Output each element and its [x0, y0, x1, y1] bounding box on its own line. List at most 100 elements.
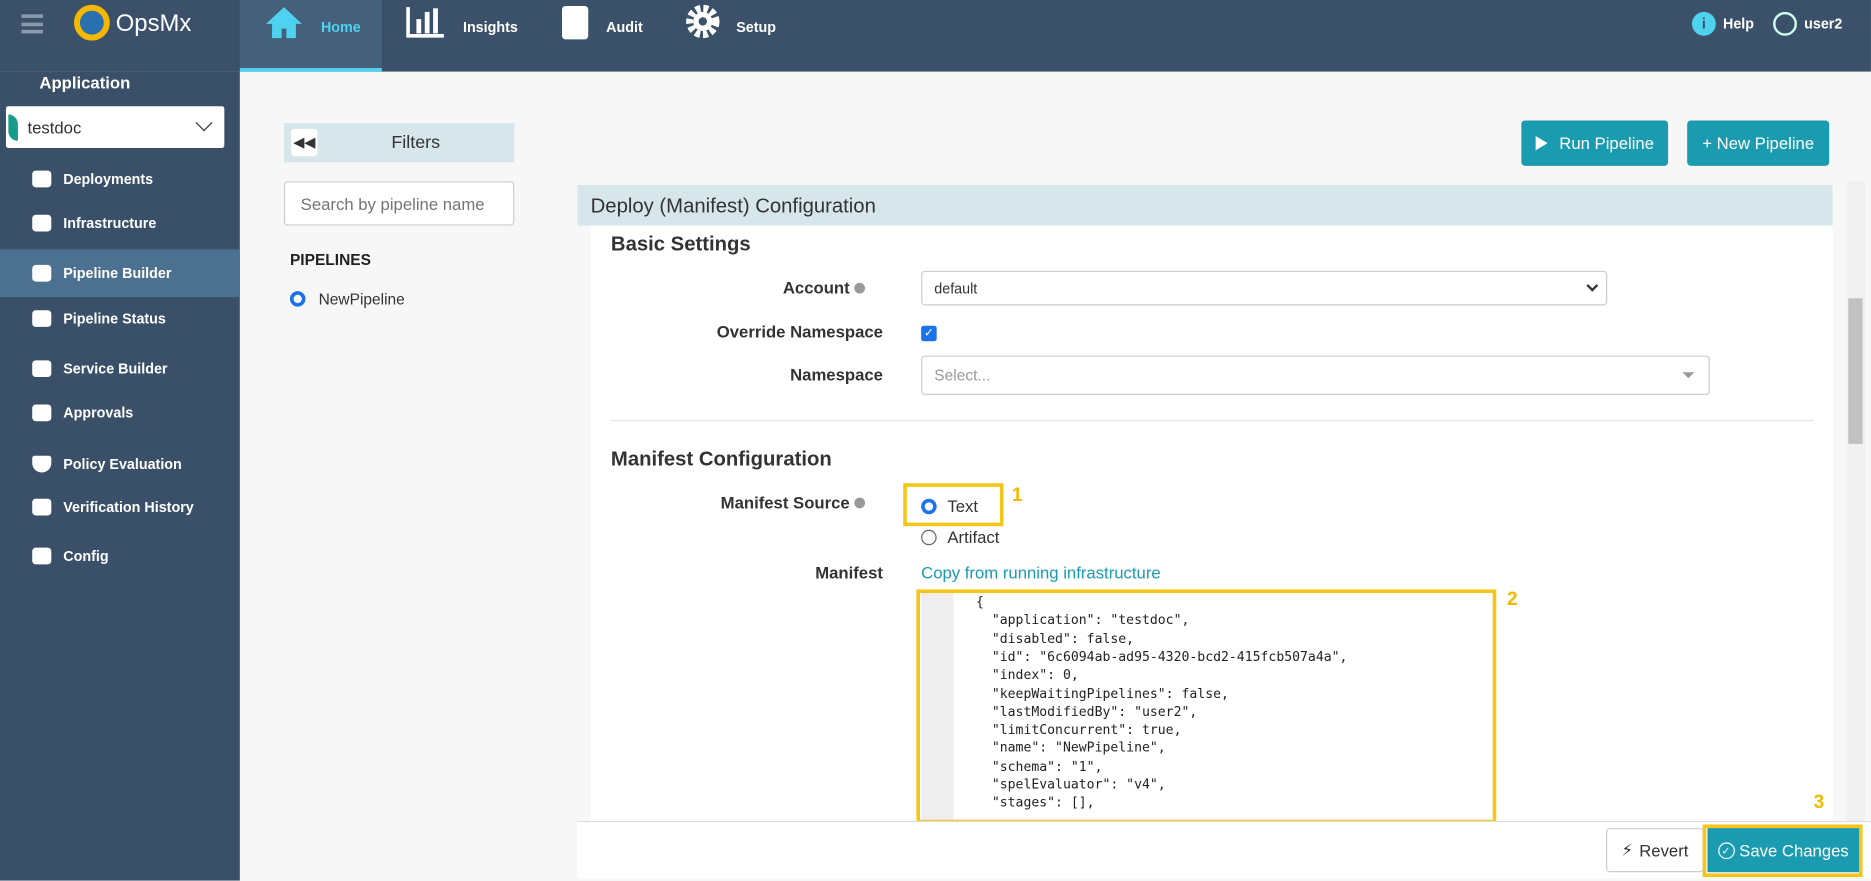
namespace-select[interactable]: Select... — [921, 355, 1710, 395]
service-icon — [32, 360, 52, 378]
top-bar: OpsMx Home Insights Audit Setup i Help us… — [0, 0, 1871, 72]
panel-title: Deploy (Manifest) Configuration — [590, 194, 876, 218]
sidebar-item-approvals[interactable]: Approvals — [0, 390, 240, 435]
chevron-down-icon — [1586, 279, 1599, 292]
sidebar-item-policy-evaluation[interactable]: Policy Evaluation — [0, 441, 240, 486]
new-label: + New Pipeline — [1702, 133, 1815, 153]
sidebar-item-label: Pipeline Status — [63, 310, 166, 327]
tab-label: Setup — [736, 19, 776, 36]
copy-from-infrastructure-link[interactable]: Copy from running infrastructure — [921, 563, 1161, 582]
scrollbar[interactable] — [1845, 181, 1865, 824]
sliders-icon — [32, 547, 52, 565]
tab-setup[interactable]: Setup — [686, 0, 776, 72]
override-namespace-checkbox[interactable]: ✓ — [921, 325, 937, 342]
sidebar: Application testdoc Deployments Infrastr… — [0, 71, 240, 881]
sidebar-item-label: Approvals — [63, 404, 134, 422]
user-label: user2 — [1804, 15, 1843, 33]
radio-selected-icon — [289, 291, 306, 307]
panel-header: Deploy (Manifest) Configuration — [577, 184, 1833, 226]
help-label: Help — [1722, 15, 1755, 33]
source-artifact-radio[interactable]: Artifact — [921, 527, 999, 546]
annotation-number: 3 — [1813, 792, 1825, 813]
tab-audit[interactable]: Audit — [561, 0, 643, 72]
tab-label: Audit — [606, 19, 643, 36]
account-select[interactable]: default — [921, 270, 1608, 306]
caret-down-icon — [1682, 372, 1695, 379]
panel-left-strip — [577, 225, 591, 824]
revert-button[interactable]: ⚡︎ Revert — [1606, 828, 1704, 873]
tab-home[interactable]: Home — [239, 0, 382, 72]
pipelines-heading: PIPELINES — [289, 250, 371, 269]
help-icon — [854, 282, 866, 294]
sidebar-item-pipeline-status[interactable]: Pipeline Status — [0, 296, 240, 341]
application-select[interactable]: testdoc — [5, 106, 225, 148]
sidebar-item-label: Verification History — [63, 498, 194, 516]
user-menu[interactable]: user2 — [1773, 11, 1843, 36]
opsmx-logo-icon — [73, 4, 110, 41]
home-icon — [266, 7, 302, 39]
sidebar-item-pipeline-builder[interactable]: Pipeline Builder — [0, 249, 240, 298]
manifest-configuration-heading: Manifest Configuration — [610, 447, 832, 471]
sidebar-item-verification-history[interactable]: Verification History — [0, 484, 240, 529]
filters-title: Filters — [391, 132, 441, 153]
radio-label: Artifact — [947, 527, 1000, 547]
check-icon — [32, 404, 52, 422]
scrollbar-thumb[interactable] — [1848, 298, 1863, 444]
book-icon — [561, 5, 589, 40]
pipeline-search-input[interactable] — [283, 181, 515, 226]
sidebar-item-label: Pipeline Builder — [63, 264, 172, 282]
override-namespace-label: Override Namespace — [716, 322, 883, 342]
basic-settings-heading: Basic Settings — [610, 232, 751, 256]
help-icon — [854, 497, 866, 509]
collapse-filters-button[interactable]: ◀◀ — [291, 128, 318, 157]
application-value: testdoc — [27, 117, 82, 137]
play-icon — [1535, 136, 1548, 151]
application-heading: Application — [39, 72, 131, 92]
highlight-box-2 — [916, 589, 1497, 824]
account-label: Account — [567, 278, 866, 298]
radio-unselected-icon — [921, 529, 937, 545]
sidebar-item-config[interactable]: Config — [0, 533, 240, 578]
tab-insights[interactable]: Insights — [406, 0, 518, 72]
pipeline-item[interactable]: NewPipeline — [289, 289, 405, 308]
highlight-box-3 — [1702, 824, 1863, 878]
filters-bar: ◀◀ Filters — [283, 122, 515, 163]
pipeline-name: NewPipeline — [318, 289, 405, 308]
run-label: Run Pipeline — [1559, 133, 1654, 153]
pipeline-icon — [32, 264, 52, 282]
sidebar-item-label: Deployments — [63, 170, 154, 188]
sidebar-item-label: Policy Evaluation — [63, 455, 182, 473]
deployments-icon — [32, 170, 52, 188]
hamburger-menu-icon[interactable] — [21, 14, 43, 34]
manifest-label: Manifest — [815, 563, 883, 583]
sidebar-item-deployments[interactable]: Deployments — [0, 156, 240, 201]
help-link[interactable]: i Help — [1691, 11, 1755, 36]
highlight-box-1 — [903, 483, 1004, 527]
tab-label: Home — [320, 19, 361, 36]
account-value: default — [934, 279, 978, 297]
run-pipeline-button[interactable]: Run Pipeline — [1521, 120, 1669, 166]
brand-name: OpsMx — [115, 10, 192, 37]
annotation-number: 2 — [1507, 589, 1518, 610]
annotation-number: 1 — [1011, 485, 1023, 506]
new-pipeline-button[interactable]: + New Pipeline — [1687, 120, 1830, 166]
label-text: Account — [782, 278, 850, 298]
info-icon: i — [1691, 11, 1716, 36]
bolt-icon: ⚡︎ — [1621, 840, 1634, 860]
sidebar-item-label: Config — [63, 547, 109, 565]
namespace-label: Namespace — [790, 365, 883, 385]
status-icon — [32, 310, 52, 327]
revert-label: Revert — [1639, 840, 1689, 860]
sidebar-item-infrastructure[interactable]: Infrastructure — [0, 200, 240, 245]
tab-label: Insights — [462, 19, 518, 36]
app-leaf-icon — [8, 113, 18, 141]
shield-icon — [32, 455, 52, 473]
namespace-placeholder: Select... — [934, 366, 991, 385]
label-text: Manifest Source — [720, 492, 850, 512]
list-check-icon — [32, 498, 52, 516]
sidebar-item-label: Service Builder — [63, 360, 168, 378]
manifest-source-label: Manifest Source — [567, 492, 866, 512]
server-icon — [32, 214, 52, 232]
user-avatar-icon — [1773, 11, 1797, 36]
sidebar-item-service-builder[interactable]: Service Builder — [0, 346, 240, 391]
